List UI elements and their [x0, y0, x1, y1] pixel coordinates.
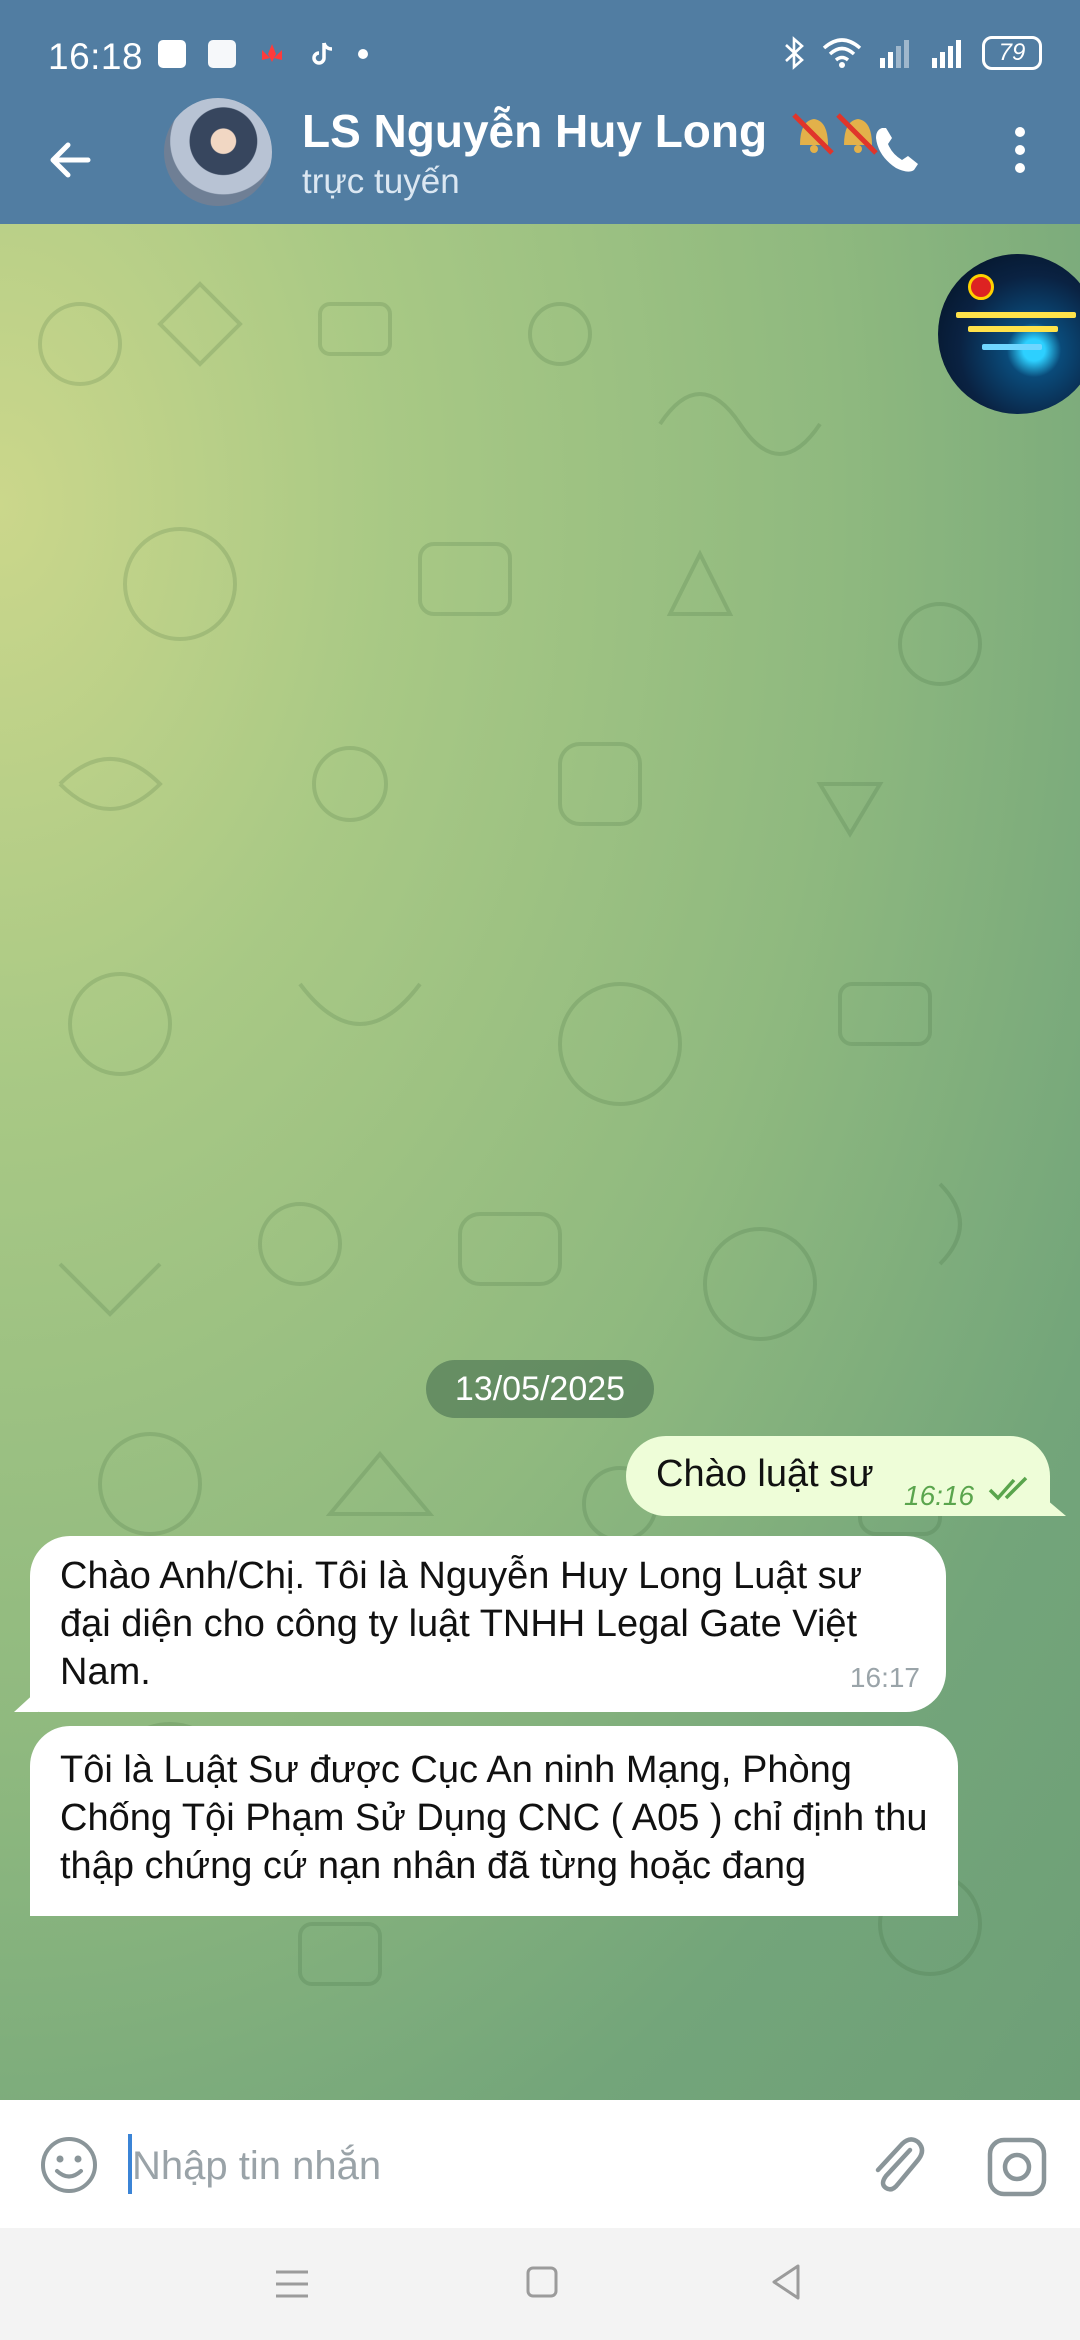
- online-status: trực tuyến: [302, 162, 460, 201]
- status-time: 16:18: [48, 36, 144, 77]
- chat-title[interactable]: LS Nguyễn Huy Long: [302, 104, 884, 163]
- attach-icon[interactable]: [866, 2130, 926, 2196]
- top-bar: 16:18 79 LS Nguyễn Huy Long trực tuyến: [0, 0, 1080, 224]
- bluetooth-icon: [785, 36, 804, 70]
- message-composer: [0, 2100, 1080, 2228]
- home-icon[interactable]: [522, 2262, 562, 2302]
- battery-icon: 79: [982, 36, 1042, 70]
- outgoing-message[interactable]: Chào luật sư 16:16: [626, 1436, 1050, 1516]
- status-bar: 16:18 79: [0, 0, 1080, 110]
- emoji-icon[interactable]: [38, 2134, 100, 2196]
- message-input[interactable]: [132, 2136, 832, 2196]
- read-check-icon: [988, 1476, 1028, 1501]
- back-arrow-icon[interactable]: [40, 128, 104, 192]
- message-text: Tôi là Luật Sư được Cục An ninh Mạng, Ph…: [60, 1749, 928, 1887]
- system-navigation-bar: [0, 2228, 1080, 2340]
- chat-header: LS Nguyễn Huy Long trực tuyến: [0, 98, 1080, 224]
- message-text: Chào Anh/Chị. Tôi là Nguyễn Huy Long Luậ…: [60, 1555, 863, 1693]
- incoming-message[interactable]: Chào Anh/Chị. Tôi là Nguyễn Huy Long Luậ…: [30, 1536, 946, 1712]
- wifi-icon: [822, 38, 862, 68]
- message-time: 16:17: [849, 1662, 920, 1693]
- message-text: Chào luật sư: [656, 1453, 874, 1495]
- lotus-icon: [258, 40, 286, 68]
- back-icon[interactable]: [766, 2260, 806, 2304]
- message-time: 16:16: [904, 1480, 975, 1511]
- camera-icon[interactable]: [986, 2136, 1048, 2198]
- app-icon: [208, 40, 236, 68]
- recents-icon[interactable]: [270, 2264, 314, 2304]
- signal-icon: [880, 40, 909, 68]
- date-separator: 13/05/2025: [426, 1360, 654, 1418]
- signal-icon: [932, 40, 961, 68]
- incoming-message[interactable]: Tôi là Luật Sư được Cục An ninh Mạng, Ph…: [30, 1726, 958, 1916]
- avatar[interactable]: [164, 98, 272, 206]
- more-vertical-icon[interactable]: [1000, 122, 1040, 178]
- phone-icon[interactable]: [868, 122, 924, 178]
- contact-name: LS Nguyễn Huy Long: [302, 105, 768, 157]
- dot-icon: [358, 49, 368, 59]
- tiktok-icon: [308, 40, 336, 68]
- notification-icons: [158, 40, 368, 68]
- shopee-icon: [158, 40, 186, 68]
- system-icons: 79: [782, 36, 1042, 70]
- emblem-icon: [968, 274, 994, 300]
